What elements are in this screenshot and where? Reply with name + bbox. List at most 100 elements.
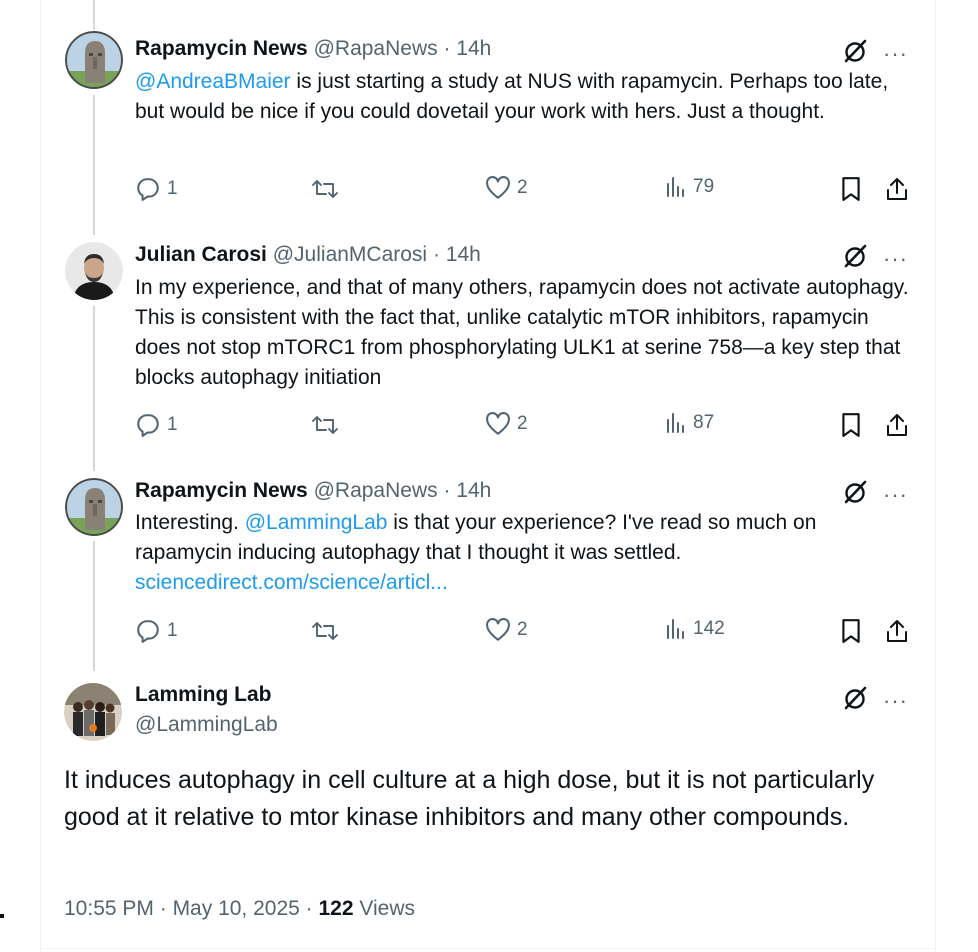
retweet-icon <box>311 176 339 202</box>
share-button[interactable] <box>885 412 909 438</box>
separator: · <box>427 243 446 266</box>
mention-link[interactable]: @LammingLab <box>245 511 388 534</box>
tweet-top-actions: ··· <box>843 685 908 716</box>
author-name[interactable]: Lamming Lab <box>135 683 272 707</box>
like-count: 2 <box>517 413 528 434</box>
grok-icon[interactable] <box>843 685 869 716</box>
like-icon <box>485 412 511 436</box>
retweet-icon <box>311 412 339 438</box>
mention-link[interactable]: @AndreaBMaier <box>135 70 291 93</box>
author-handle[interactable]: @JulianMCarosi <box>273 243 427 266</box>
bookmark-button[interactable] <box>840 618 862 644</box>
reply-icon <box>135 618 161 644</box>
tweet-header: Rapamycin News @RapaNews · 14h <box>135 478 491 504</box>
like-button[interactable]: 2 <box>485 412 528 436</box>
avatar-rapanews[interactable] <box>65 31 123 89</box>
view-count: 79 <box>693 176 715 197</box>
views-button[interactable]: 79 <box>665 176 714 198</box>
retweet-button[interactable] <box>311 176 339 202</box>
separator: · <box>437 37 457 60</box>
tweet-text-before: Interesting. <box>135 511 245 534</box>
thread-line <box>93 95 95 235</box>
more-options-icon[interactable]: ··· <box>883 42 908 65</box>
views-button[interactable]: 87 <box>665 412 714 434</box>
tweet-text: Interesting. @LammingLab is that your ex… <box>135 508 910 598</box>
bookmark-button[interactable] <box>840 176 862 202</box>
views-icon <box>665 176 687 198</box>
author-handle[interactable]: @RapaNews <box>314 479 438 502</box>
thread-line <box>93 306 95 471</box>
reply-icon <box>135 176 161 202</box>
divider <box>40 948 936 949</box>
tweet-time[interactable]: 10:55 PM <box>64 897 154 920</box>
action-bar: 1 2 87 <box>135 412 911 442</box>
view-count: 87 <box>693 412 715 433</box>
share-icon <box>885 618 909 644</box>
avatar-lamminglab[interactable] <box>64 683 122 741</box>
tweet-top-actions: ··· <box>843 243 908 274</box>
action-bar: 1 2 79 <box>135 176 911 206</box>
share-button[interactable] <box>885 618 909 644</box>
tweet-date[interactable]: May 10, 2025 <box>173 897 300 920</box>
thread-line <box>93 541 95 671</box>
author-name[interactable]: Julian Carosi <box>135 243 267 266</box>
tweet-header: Julian Carosi @JulianMCarosi · 14h <box>135 242 481 268</box>
action-bar: 1 2 142 <box>135 618 911 648</box>
reply-icon <box>135 412 161 438</box>
like-icon <box>485 618 511 642</box>
grok-icon[interactable] <box>843 38 869 69</box>
views-count: 122 <box>318 897 354 920</box>
thread-line <box>93 0 95 30</box>
grok-icon[interactable] <box>843 479 869 510</box>
reply-button[interactable]: 1 <box>135 176 178 202</box>
separator: · <box>153 897 173 920</box>
views-icon <box>665 618 687 640</box>
tweet-meta: 10:55 PM · May 10, 2025 · 122 Views <box>64 897 415 921</box>
main-tweet-text: It induces autophagy in cell culture at … <box>64 766 875 831</box>
more-options-icon[interactable]: ··· <box>883 689 908 712</box>
timestamp[interactable]: 14h <box>456 37 491 60</box>
bookmark-button[interactable] <box>840 412 862 438</box>
reply-button[interactable]: 1 <box>135 618 178 644</box>
views-icon <box>665 412 687 434</box>
author-name[interactable]: Rapamycin News <box>135 37 308 60</box>
share-icon <box>885 412 909 438</box>
retweet-button[interactable] <box>311 618 339 644</box>
tweet-header: Rapamycin News @RapaNews · 14h <box>135 36 491 62</box>
tweet-top-actions: ··· <box>843 38 908 69</box>
bookmark-icon <box>840 412 862 438</box>
author-handle[interactable]: @RapaNews <box>314 37 438 60</box>
more-options-icon[interactable]: ··· <box>883 247 908 270</box>
like-count: 2 <box>517 177 528 198</box>
edge-dot <box>0 914 4 918</box>
like-button[interactable]: 2 <box>485 176 528 200</box>
share-button[interactable] <box>885 176 909 202</box>
bookmark-icon <box>840 176 862 202</box>
retweet-icon <box>311 618 339 644</box>
like-button[interactable]: 2 <box>485 618 528 642</box>
views-label: Views <box>353 897 416 920</box>
avatar-juliancarosi[interactable] <box>65 242 123 300</box>
grok-icon[interactable] <box>843 243 869 274</box>
share-icon <box>885 176 909 202</box>
author-handle[interactable]: @LammingLab <box>135 713 278 737</box>
reply-button[interactable]: 1 <box>135 412 178 438</box>
view-count: 142 <box>693 618 725 639</box>
reply-count: 1 <box>167 414 178 435</box>
tweet-text: In my experience, and that of many other… <box>135 276 909 389</box>
bookmark-icon <box>840 618 862 644</box>
timestamp[interactable]: 14h <box>446 243 481 266</box>
reply-count: 1 <box>167 178 178 199</box>
like-icon <box>485 176 511 200</box>
separator: · <box>299 897 319 920</box>
external-link[interactable]: sciencedirect.com/science/articl... <box>135 571 448 594</box>
more-options-icon[interactable]: ··· <box>883 483 908 506</box>
avatar-rapanews[interactable] <box>65 478 123 536</box>
separator: · <box>437 479 457 502</box>
author-name[interactable]: Rapamycin News <box>135 479 308 502</box>
timestamp[interactable]: 14h <box>456 479 491 502</box>
reply-count: 1 <box>167 620 178 641</box>
tweet-top-actions: ··· <box>843 479 908 510</box>
views-button[interactable]: 142 <box>665 618 725 640</box>
retweet-button[interactable] <box>311 412 339 438</box>
